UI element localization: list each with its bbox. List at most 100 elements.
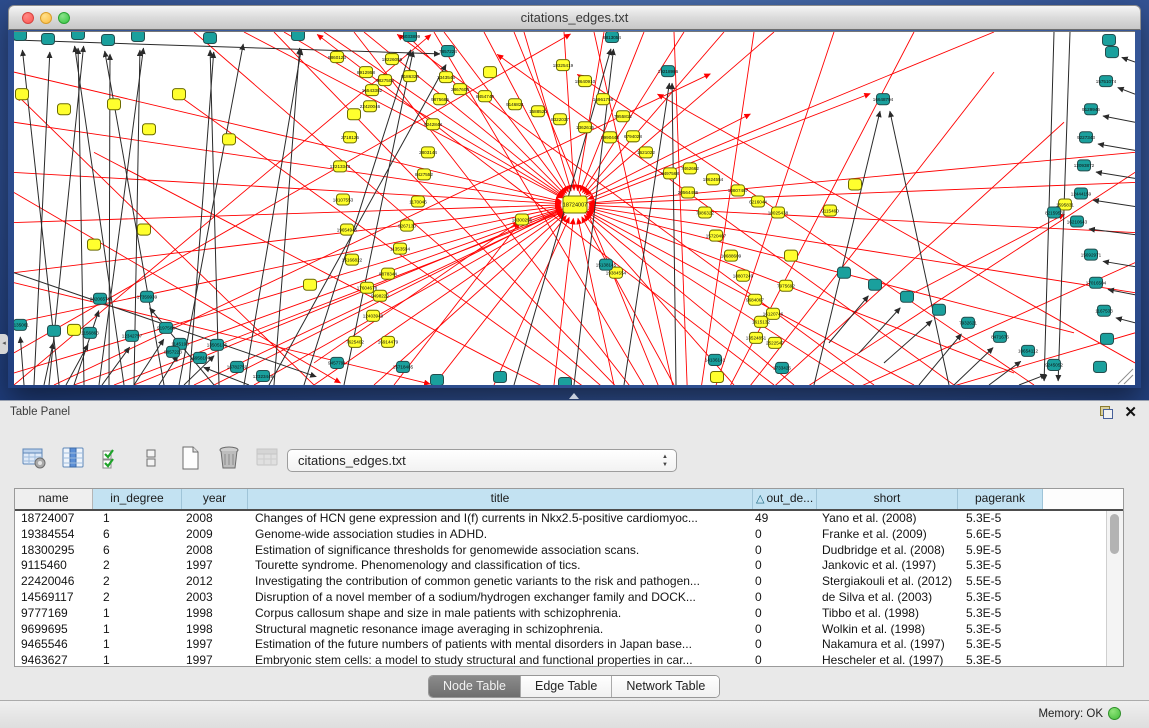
table-cell[interactable]: 9465546 — [15, 637, 93, 653]
graph-edge[interactable] — [274, 48, 300, 385]
graph-edge[interactable] — [577, 74, 1034, 385]
table-cell[interactable]: Disruption of a novel member of a sodium… — [248, 590, 753, 606]
table-cell[interactable]: 22420046 — [15, 574, 93, 590]
table-cell[interactable]: 1997 — [182, 653, 248, 667]
graph-node[interactable] — [1094, 361, 1107, 372]
graph-edge[interactable] — [14, 34, 571, 353]
new-table-icon[interactable] — [176, 444, 204, 472]
table-cell[interactable]: 1 — [93, 653, 182, 667]
table-cell[interactable]: Stergiakouli et al. (2012) — [817, 574, 958, 590]
column-header-year[interactable]: year — [182, 489, 248, 509]
table-cell[interactable]: Yano et al. (2008) — [817, 511, 958, 527]
table-cell[interactable]: 2 — [93, 558, 182, 574]
table-cell[interactable]: 2008 — [182, 511, 248, 527]
table-cell[interactable]: 9115460 — [15, 558, 93, 574]
table-cell[interactable]: Embryonic stem cells: a model to study s… — [248, 653, 753, 667]
table-scrollbar[interactable] — [1106, 511, 1123, 666]
table-selector-dropdown[interactable]: citations_edges.txt ▲▼ — [287, 449, 677, 472]
tab-edge-table[interactable]: Edge Table — [521, 676, 612, 697]
table-cell[interactable]: de Silva et al. (2003) — [817, 590, 958, 606]
graph-edge[interactable] — [1096, 172, 1135, 178]
graph-node[interactable] — [838, 267, 851, 278]
table-cell[interactable]: 2 — [93, 590, 182, 606]
table-cell[interactable]: Structural magnetic resonance image aver… — [248, 622, 753, 638]
graph-node[interactable] — [849, 179, 862, 190]
table-cell[interactable]: 1 — [93, 511, 182, 527]
table-cell[interactable]: 2012 — [182, 574, 248, 590]
graph-edge[interactable] — [1122, 57, 1135, 62]
graph-node[interactable] — [348, 109, 361, 120]
graph-node[interactable] — [88, 239, 101, 250]
graph-node[interactable] — [484, 67, 497, 78]
graph-node[interactable] — [132, 32, 145, 42]
column-visibility-icon[interactable] — [59, 444, 87, 472]
graph-node[interactable] — [138, 224, 151, 235]
graph-edge[interactable] — [354, 32, 688, 385]
table-cell[interactable]: 5.3E-5 — [958, 590, 1043, 606]
table-settings-icon[interactable] — [20, 444, 48, 472]
graph-edge[interactable] — [589, 207, 1135, 293]
table-cell[interactable]: 9463627 — [15, 653, 93, 667]
table-cell[interactable]: Changes of HCN gene expression and I(f) … — [248, 511, 753, 527]
float-panel-icon[interactable] — [1100, 406, 1113, 419]
table-row[interactable]: 1872400712008Changes of HCN gene express… — [15, 511, 1107, 527]
tab-network-table[interactable]: Network Table — [612, 676, 719, 697]
clear-selection-icon[interactable] — [137, 444, 165, 472]
graph-node[interactable] — [1106, 47, 1119, 58]
row-selection-icon[interactable] — [98, 444, 126, 472]
graph-edge[interactable] — [919, 334, 961, 385]
table-cell[interactable]: Franke et al. (2009) — [817, 527, 958, 543]
graph-node[interactable] — [72, 32, 85, 40]
table-cell[interactable]: 0 — [753, 653, 817, 667]
table-cell[interactable]: 5.3E-5 — [958, 653, 1043, 667]
graph-edge[interactable] — [374, 214, 565, 385]
table-cell[interactable]: 9699695 — [15, 622, 93, 638]
graph-node[interactable] — [14, 32, 27, 41]
table-cell[interactable]: 2 — [93, 574, 182, 590]
graph-edge[interactable] — [14, 172, 561, 203]
graph-edge[interactable] — [954, 348, 993, 385]
table-row[interactable]: 977716911998Corpus callosum shape and si… — [15, 606, 1107, 622]
splitter-collapse-arrow-icon[interactable] — [569, 393, 579, 399]
network-canvas[interactable]: 8860123891295818226058982750816543382818… — [14, 32, 1135, 385]
graph-edge[interactable] — [693, 122, 1064, 385]
column-header-out_de[interactable]: △out_de... — [753, 489, 817, 509]
graph-node[interactable] — [494, 371, 507, 382]
table-cell[interactable]: 1998 — [182, 606, 248, 622]
table-cell[interactable]: 5.6E-5 — [958, 527, 1043, 543]
table-cell[interactable]: 2009 — [182, 527, 248, 543]
graph-edge[interactable] — [1098, 144, 1135, 150]
memory-status-icon[interactable] — [1108, 707, 1121, 720]
column-header-short[interactable]: short — [817, 489, 958, 509]
table-cell[interactable]: 6 — [93, 527, 182, 543]
graph-edge[interactable] — [814, 111, 880, 385]
graph-edge[interactable] — [1019, 374, 1046, 385]
table-cell[interactable]: 1997 — [182, 637, 248, 653]
table-cell[interactable]: 5.3E-5 — [958, 637, 1043, 653]
graph-node[interactable] — [204, 33, 217, 44]
table-cell[interactable]: 49 — [753, 511, 817, 527]
table-row[interactable]: 1938455462009Genome-wide association stu… — [15, 527, 1107, 543]
table-cell[interactable]: Tibbo et al. (1998) — [817, 606, 958, 622]
graph-edge[interactable] — [884, 320, 932, 362]
table-cell[interactable]: Jankovic et al. (1997) — [817, 558, 958, 574]
table-cell[interactable]: Investigating the contribution of common… — [248, 574, 753, 590]
table-row[interactable]: 2242004622012Investigating the contribut… — [15, 574, 1107, 590]
graph-node[interactable] — [1101, 333, 1114, 344]
graph-node[interactable] — [1103, 35, 1116, 46]
graph-node[interactable] — [933, 304, 946, 315]
table-cell[interactable]: 0 — [753, 622, 817, 638]
table-row[interactable]: 1830029562008Estimation of significance … — [15, 543, 1107, 559]
table-cell[interactable]: 1 — [93, 637, 182, 653]
import-table-icon[interactable] — [254, 444, 282, 472]
graph-edge[interactable] — [1093, 200, 1135, 206]
table-cell[interactable]: 1998 — [182, 622, 248, 638]
table-row[interactable]: 1456911722003Disruption of a novel membe… — [15, 590, 1107, 606]
graph-node[interactable] — [431, 374, 444, 385]
table-cell[interactable]: 0 — [753, 637, 817, 653]
graph-edge[interactable] — [1116, 318, 1135, 323]
graph-edge[interactable] — [214, 114, 750, 385]
table-row[interactable]: 969969511998Structural magnetic resonanc… — [15, 622, 1107, 638]
table-row[interactable]: 946554611997Estimation of the future num… — [15, 637, 1107, 653]
graph-edge[interactable] — [244, 32, 563, 198]
